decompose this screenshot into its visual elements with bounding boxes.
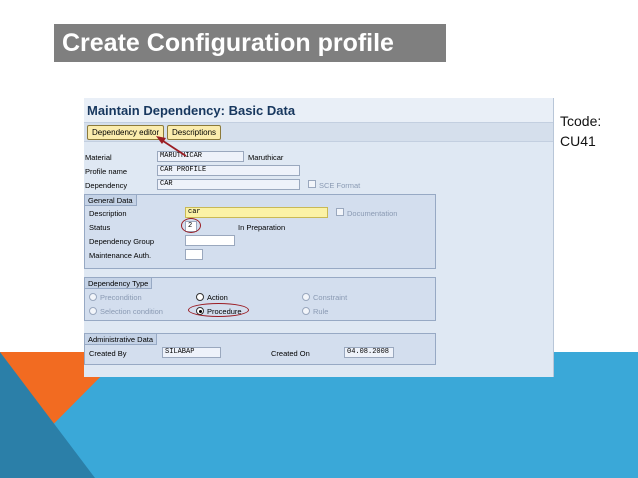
slide-title: Create Configuration profile (54, 24, 446, 62)
tcode-label: Tcode: (560, 113, 602, 129)
tcode-note: Tcode: CU41 (560, 111, 601, 151)
decorative-dark-triangle (0, 352, 95, 478)
slide: Create Configuration profile Tcode: CU41… (0, 0, 638, 478)
tcode-value: CU41 (560, 133, 596, 149)
sap-window: Maintain Dependency: Basic Data Dependen… (84, 98, 554, 377)
pointer-arrow-icon (156, 136, 187, 157)
